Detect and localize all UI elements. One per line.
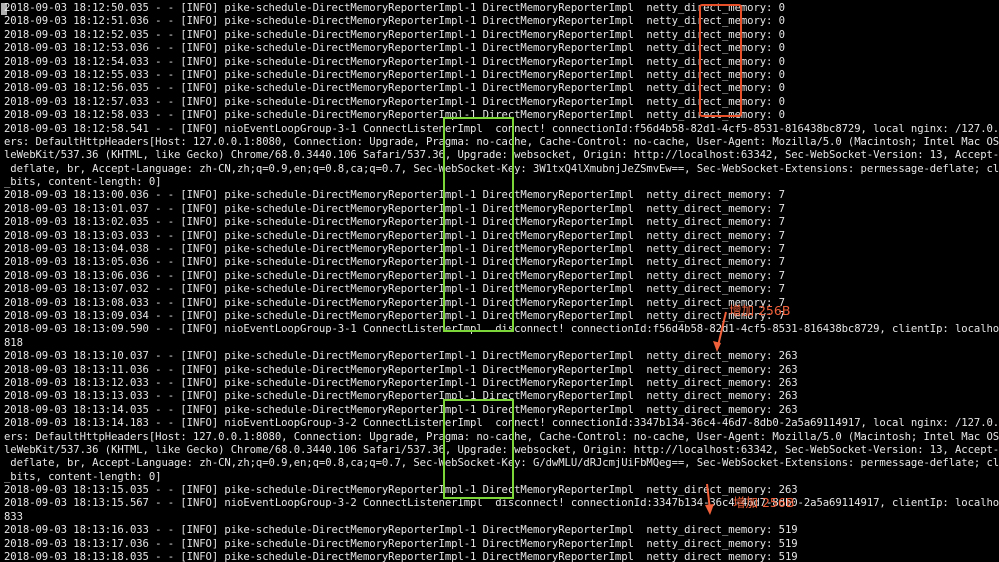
log-line: 2018-09-03 18:12:53.036 - - [INFO] pike-… bbox=[4, 42, 785, 55]
terminal-window[interactable]: 2018-09-03 18:12:50.035 - - [INFO] pike-… bbox=[0, 0, 999, 562]
memory-zero-highlight-box bbox=[699, 4, 742, 117]
log-line: 833 bbox=[4, 510, 23, 523]
log-line: 2018-09-03 18:12:57.033 - - [INFO] pike-… bbox=[4, 95, 785, 108]
connect-disconnect-highlight-box-1 bbox=[443, 117, 514, 332]
log-line: 2018-09-03 18:13:17.036 - - [INFO] pike-… bbox=[4, 537, 798, 550]
log-line: 2018-09-03 18:12:51.036 - - [INFO] pike-… bbox=[4, 15, 785, 28]
log-line: 2018-09-03 18:13:16.033 - - [INFO] pike-… bbox=[4, 524, 798, 537]
log-line: 2018-09-03 18:13:11.036 - - [INFO] pike-… bbox=[4, 363, 798, 376]
log-line: 2018-09-03 18:12:56.035 - - [INFO] pike-… bbox=[4, 82, 785, 95]
log-line: 2018-09-03 18:13:10.037 - - [INFO] pike-… bbox=[4, 350, 798, 363]
log-line: 2018-09-03 18:12:54.033 - - [INFO] pike-… bbox=[4, 55, 785, 68]
log-line: 2018-09-03 18:13:18.035 - - [INFO] pike-… bbox=[4, 551, 798, 562]
log-line: 818 bbox=[4, 336, 23, 349]
log-line: 2018-09-03 18:12:50.035 - - [INFO] pike-… bbox=[4, 2, 785, 14]
arrow-icon-1 bbox=[713, 311, 727, 352]
log-line: 2018-09-03 18:13:12.033 - - [INFO] pike-… bbox=[4, 376, 798, 389]
log-line: 2018-09-03 18:13:15.567 - - [INFO] nioEv… bbox=[4, 497, 999, 510]
log-line: 2018-09-03 18:12:55.033 - - [INFO] pike-… bbox=[4, 68, 785, 81]
log-line: 2018-09-03 18:12:52.035 - - [INFO] pike-… bbox=[4, 28, 785, 41]
annotation-increase-2: 增加 256B bbox=[733, 495, 795, 510]
connect-disconnect-highlight-box-2 bbox=[443, 399, 514, 499]
arrow-icon-2 bbox=[705, 483, 714, 515]
